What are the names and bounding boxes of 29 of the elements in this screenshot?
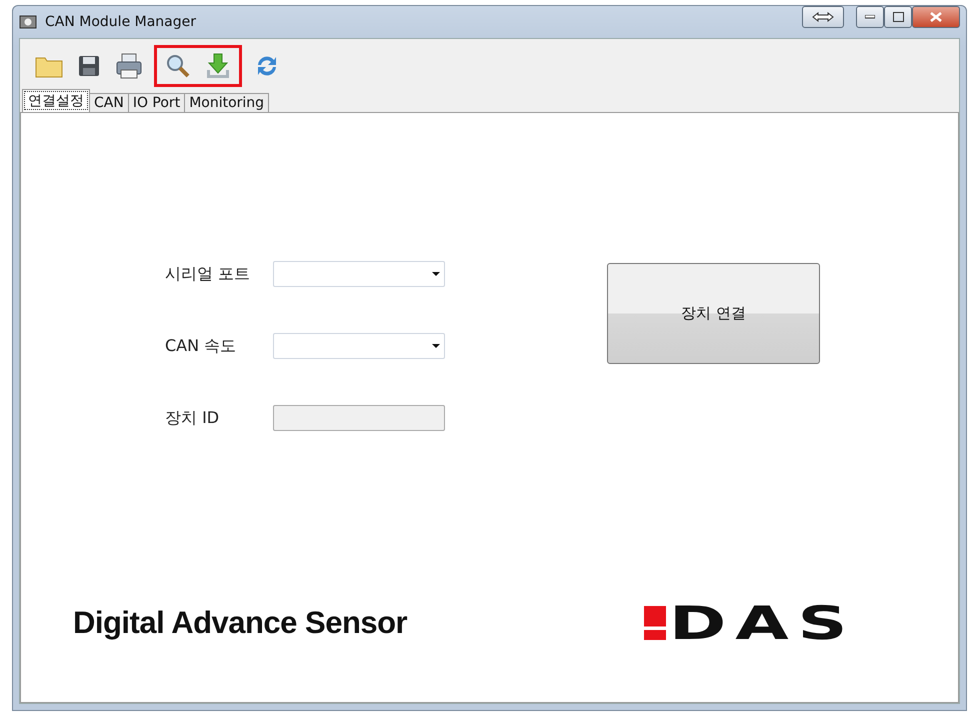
maximize-button[interactable] bbox=[884, 6, 912, 28]
minimize-button[interactable] bbox=[856, 6, 884, 28]
tab[interactable]: Monitoring bbox=[184, 93, 270, 112]
maximize-icon bbox=[892, 12, 904, 22]
logo-text: DAS bbox=[669, 600, 856, 646]
tab[interactable]: CAN bbox=[89, 93, 129, 112]
field-label: 장치 ID bbox=[165, 408, 220, 428]
field-label: 시리얼 포트 bbox=[165, 264, 252, 284]
tab[interactable]: IO Port bbox=[128, 93, 186, 112]
download-icon bbox=[205, 53, 231, 79]
toolbar-button[interactable] bbox=[114, 51, 144, 81]
app-icon bbox=[19, 14, 37, 30]
logo-mark bbox=[644, 606, 666, 640]
tab[interactable]: 연결설정 bbox=[22, 89, 90, 112]
minimize-icon bbox=[865, 15, 875, 19]
search-icon bbox=[166, 54, 190, 78]
resize-button[interactable] bbox=[802, 6, 844, 28]
dropdown-field[interactable] bbox=[273, 261, 445, 287]
dropdown-field[interactable] bbox=[273, 333, 445, 359]
window-title: CAN Module Manager bbox=[45, 14, 196, 30]
company-name: Digital Advance Sensor bbox=[73, 605, 408, 641]
caret-icon bbox=[432, 272, 440, 276]
connect-button[interactable]: 장치 연결 bbox=[607, 263, 820, 364]
caret-icon bbox=[432, 344, 440, 348]
double-arrow-icon bbox=[812, 12, 834, 22]
close-button[interactable] bbox=[912, 6, 960, 28]
close-icon bbox=[930, 12, 942, 22]
field-label: CAN 속도 bbox=[165, 336, 238, 356]
printer-icon bbox=[116, 53, 142, 79]
